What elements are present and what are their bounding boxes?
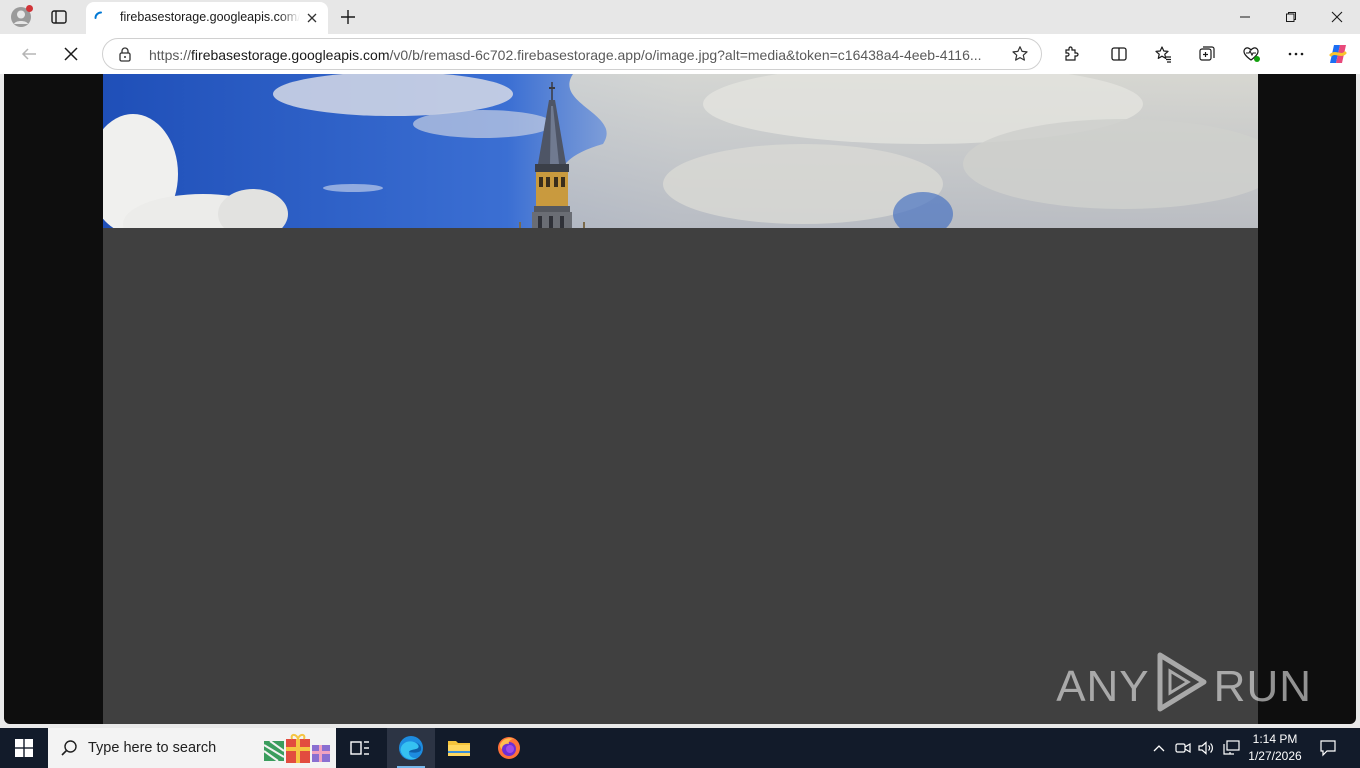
split-screen-icon[interactable]	[1104, 40, 1134, 68]
favorites-icon[interactable]	[1148, 40, 1178, 68]
favorite-star-icon[interactable]	[1011, 45, 1029, 63]
network-button[interactable]	[1221, 728, 1241, 768]
browser-essentials-icon[interactable]	[1236, 40, 1266, 68]
tab-active[interactable]: firebasestorage.googleapis.com/v0/b/rema…	[86, 2, 328, 34]
volume-button[interactable]	[1197, 728, 1215, 768]
taskbar-firefox-button[interactable]	[485, 728, 533, 768]
page-viewport: ANY RUN	[4, 74, 1356, 724]
file-explorer-icon	[448, 741, 470, 756]
minimize-button[interactable]	[1222, 0, 1268, 34]
chevron-up-icon	[1153, 745, 1165, 752]
speaker-icon	[1198, 741, 1213, 755]
browser-toolbar: https://firebasestorage.googleapis.com/v…	[0, 34, 1360, 74]
partially-loaded-photo	[103, 74, 1258, 228]
meet-now-button[interactable]	[1174, 728, 1192, 768]
url-scheme: https://	[149, 47, 192, 63]
url-path: /v0/b/remasd-6c702.firebasestorage.app/o…	[389, 47, 982, 63]
clock-date: 1/27/2026	[1248, 749, 1302, 763]
restore-button[interactable]	[1268, 0, 1314, 34]
windows-taskbar: Type here to search 1:14 PM 1/27/2026	[0, 728, 1360, 768]
search-highlight-gifts-icon[interactable]	[262, 733, 332, 763]
loading-spinner-icon	[94, 11, 108, 25]
image-canvas[interactable]	[103, 74, 1258, 724]
browser-titlebar: firebasestorage.googleapis.com/v0/b/rema…	[0, 0, 1360, 34]
stop-loading-button[interactable]	[56, 40, 86, 68]
tab-close-icon[interactable]	[304, 10, 320, 26]
task-view-button[interactable]	[336, 728, 384, 768]
extensions-icon[interactable]	[1056, 40, 1086, 68]
url-host: firebasestorage.googleapis.com	[191, 47, 390, 63]
edge-icon	[399, 736, 423, 760]
back-button[interactable]	[14, 40, 44, 68]
start-button[interactable]	[0, 728, 48, 768]
meet-now-icon	[1175, 742, 1191, 754]
taskbar-edge-button[interactable]	[387, 728, 435, 768]
task-view-icon	[350, 741, 369, 755]
watermark-play-icon	[1154, 651, 1210, 724]
collections-icon[interactable]	[1192, 40, 1222, 68]
search-placeholder: Type here to search	[88, 740, 217, 756]
notification-icon	[1320, 740, 1336, 757]
clock-time: 1:14 PM	[1252, 732, 1298, 746]
taskbar-file-explorer-button[interactable]	[435, 728, 483, 768]
show-hidden-icons-button[interactable]	[1150, 728, 1168, 768]
profile-notification-dot	[26, 5, 33, 12]
address-bar[interactable]: https://firebasestorage.googleapis.com/v…	[102, 38, 1042, 70]
windows-logo-icon	[15, 739, 33, 757]
watermark-text-left: ANY	[1056, 662, 1150, 711]
tab-actions-icon[interactable]	[50, 8, 68, 26]
settings-more-icon[interactable]	[1281, 40, 1311, 68]
firefox-icon	[498, 737, 520, 759]
new-tab-icon[interactable]	[338, 7, 358, 27]
tab-title: firebasestorage.googleapis.com/v0/b/rema…	[120, 10, 300, 24]
taskbar-clock[interactable]: 1:14 PM 1/27/2026	[1244, 731, 1306, 765]
profile-avatar-icon[interactable]	[10, 5, 33, 28]
lock-icon[interactable]	[117, 46, 133, 62]
copilot-icon[interactable]	[1323, 40, 1353, 68]
anyrun-watermark: ANY RUN	[1056, 652, 1312, 718]
network-icon	[1223, 740, 1240, 755]
notifications-button[interactable]	[1314, 728, 1342, 768]
watermark-text-right: RUN	[1213, 662, 1312, 711]
taskbar-search-box[interactable]: Type here to search	[48, 728, 336, 768]
url-text[interactable]: https://firebasestorage.googleapis.com/v…	[149, 47, 999, 63]
search-icon	[60, 739, 78, 757]
close-window-button[interactable]	[1314, 0, 1360, 34]
